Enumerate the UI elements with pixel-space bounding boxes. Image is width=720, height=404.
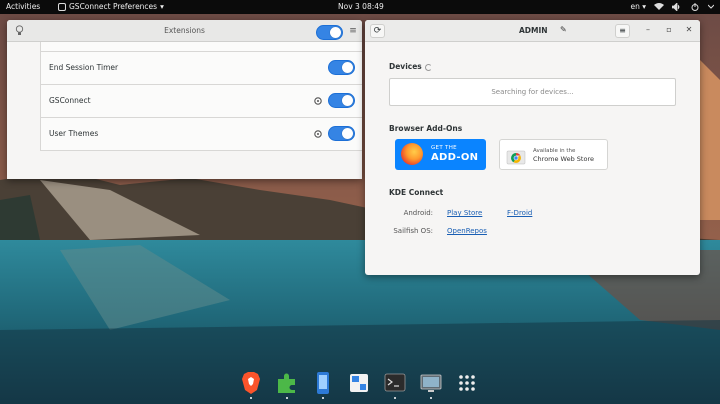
brave-browser-icon bbox=[242, 372, 260, 394]
list-item bbox=[41, 42, 362, 52]
phone-icon bbox=[317, 372, 329, 394]
terminal-icon bbox=[384, 373, 406, 392]
extension-row-end-session-timer: End Session Timer bbox=[41, 52, 362, 85]
top-bar: Activities GSConnect Preferences ▾ Nov 3… bbox=[0, 0, 720, 14]
devices-heading: Devices bbox=[389, 62, 422, 71]
close-icon[interactable]: ✕ bbox=[683, 25, 695, 34]
firefox-addon-button[interactable]: GET THE ADD-ON bbox=[395, 139, 486, 170]
firefox-badge-line1: GET THE bbox=[431, 145, 457, 151]
hamburger-menu-icon[interactable]: ≡ bbox=[615, 24, 630, 38]
activities-button[interactable]: Activities bbox=[6, 2, 40, 11]
extension-row-gsconnect: GSConnect bbox=[41, 85, 362, 118]
chevron-down-icon bbox=[708, 4, 714, 9]
keyboard-layout-indicator[interactable]: en ▾ bbox=[630, 2, 646, 11]
gear-icon[interactable] bbox=[313, 96, 323, 106]
dock-item-extensions[interactable] bbox=[276, 371, 298, 399]
show-applications-button[interactable] bbox=[456, 371, 478, 395]
power-icon bbox=[691, 2, 699, 11]
device-name-title: ADMIN bbox=[519, 26, 548, 35]
settings-panel-icon bbox=[350, 374, 368, 392]
chrome-webstore-button[interactable]: Available in the Chrome Web Store bbox=[499, 139, 608, 170]
system-status-area[interactable]: en ▾ bbox=[630, 2, 714, 11]
sailfish-label: Sailfish OS: bbox=[393, 227, 433, 235]
gsconnect-app-icon bbox=[58, 2, 66, 11]
switch-knob bbox=[342, 62, 353, 73]
app-grid-icon bbox=[459, 375, 475, 391]
dock-item-terminal[interactable] bbox=[384, 371, 406, 399]
firefox-logo-icon bbox=[401, 143, 423, 165]
gsconnect-preferences-window: ⟳ ADMIN ✎ ≡ – ▫ ✕ Devices Searching for … bbox=[365, 20, 700, 275]
clock-button[interactable]: Nov 3 08:49 bbox=[338, 2, 384, 11]
chrome-webstore-icon bbox=[506, 150, 526, 165]
f-droid-link[interactable]: F-Droid bbox=[507, 209, 532, 217]
extension-name: User Themes bbox=[49, 129, 99, 138]
switch-knob bbox=[342, 128, 353, 139]
switch-knob bbox=[330, 27, 341, 38]
maximize-icon[interactable]: ▫ bbox=[663, 25, 675, 34]
dock-item-gsconnect[interactable] bbox=[312, 371, 334, 399]
user-themes-switch[interactable] bbox=[328, 126, 355, 141]
extensions-master-switch[interactable] bbox=[316, 25, 343, 40]
devices-list[interactable]: Searching for devices... bbox=[389, 78, 676, 106]
extensions-headerbar: Extensions ≡ bbox=[7, 20, 362, 42]
volume-icon bbox=[672, 2, 680, 11]
app-menu-label: GSConnect Preferences bbox=[69, 2, 158, 11]
extensions-window: Extensions ≡ End Session Timer GSConnect… bbox=[7, 20, 362, 179]
android-label: Android: bbox=[403, 209, 433, 217]
devices-placeholder: Searching for devices... bbox=[491, 88, 574, 96]
chevron-down-icon: ▾ bbox=[160, 2, 164, 11]
keyboard-layout-label: en bbox=[630, 2, 640, 11]
extensions-puzzle-icon bbox=[278, 373, 295, 393]
chrome-badge-line1: Available in the bbox=[533, 148, 576, 154]
dock-item-settings[interactable] bbox=[348, 371, 370, 395]
extension-name: End Session Timer bbox=[49, 63, 119, 72]
running-indicator bbox=[322, 397, 324, 399]
refresh-button[interactable]: ⟳ bbox=[370, 24, 385, 38]
kde-connect-heading: KDE Connect bbox=[389, 188, 444, 197]
running-indicator bbox=[250, 397, 252, 399]
edit-pencil-icon[interactable]: ✎ bbox=[560, 25, 567, 34]
play-store-link[interactable]: Play Store bbox=[447, 209, 482, 217]
extension-name: GSConnect bbox=[49, 96, 91, 105]
gear-icon[interactable] bbox=[313, 129, 323, 139]
dock-item-display[interactable] bbox=[420, 371, 442, 399]
display-icon bbox=[420, 374, 442, 392]
admin-headerbar: ⟳ ADMIN ✎ ≡ – ▫ ✕ bbox=[365, 20, 700, 42]
running-indicator bbox=[430, 397, 432, 399]
dock-item-brave[interactable] bbox=[240, 371, 262, 399]
network-icon bbox=[654, 2, 664, 10]
chevron-down-icon: ▾ bbox=[642, 2, 646, 11]
extension-row-user-themes: User Themes bbox=[41, 118, 362, 151]
firefox-badge-line2: ADD-ON bbox=[431, 152, 479, 163]
minimize-icon[interactable]: – bbox=[642, 25, 654, 34]
openrepos-link[interactable]: OpenRepos bbox=[447, 227, 487, 235]
chrome-badge-line2: Chrome Web Store bbox=[533, 155, 594, 163]
end-session-timer-switch[interactable] bbox=[328, 60, 355, 75]
app-menu-button[interactable]: GSConnect Preferences ▾ bbox=[58, 2, 164, 11]
extensions-list: End Session Timer GSConnect User Themes bbox=[40, 42, 362, 151]
loading-spinner-icon bbox=[425, 64, 432, 71]
extensions-window-title: Extensions bbox=[164, 26, 205, 35]
switch-knob bbox=[342, 95, 353, 106]
gsconnect-switch[interactable] bbox=[328, 93, 355, 108]
browser-addons-heading: Browser Add-Ons bbox=[389, 124, 463, 133]
running-indicator bbox=[394, 397, 396, 399]
hamburger-menu-icon[interactable]: ≡ bbox=[347, 25, 359, 37]
running-indicator bbox=[286, 397, 288, 399]
